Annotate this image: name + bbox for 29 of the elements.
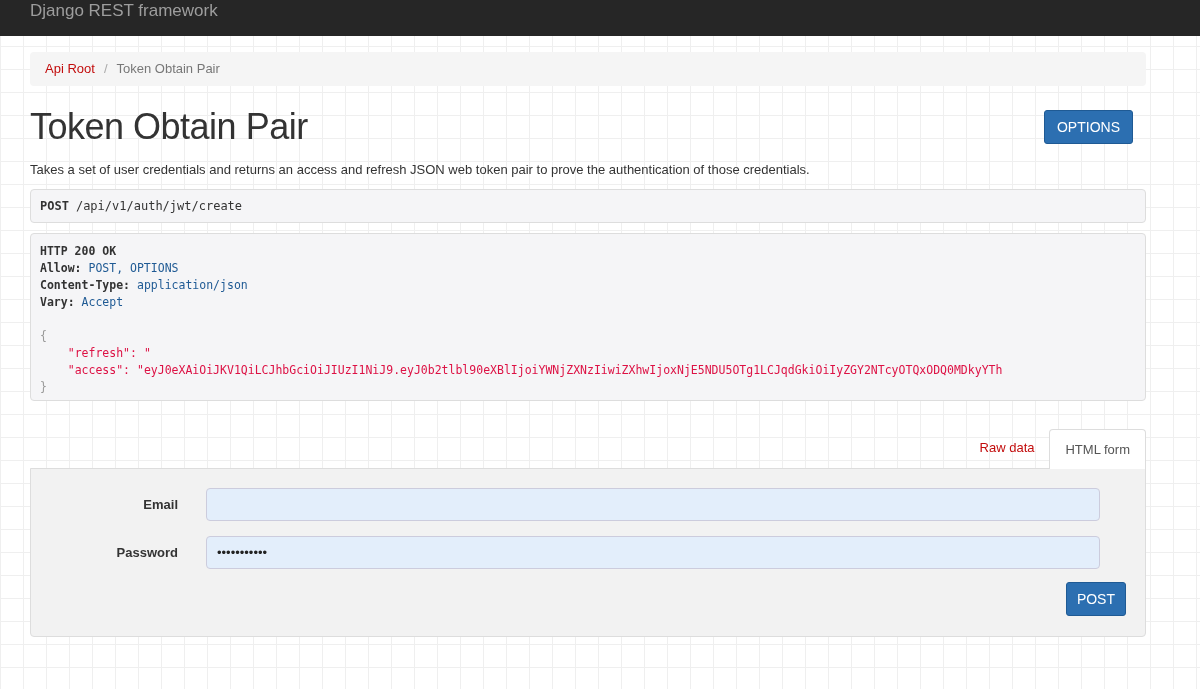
description-text: Takes a set of user credentials and returns an access and refresh JSON web token pair to prove the authentication of those credentials.	[30, 161, 811, 179]
header-name: Content-Type:	[40, 278, 130, 292]
breadcrumb-separator: /	[103, 60, 108, 79]
breadcrumb-link[interactable]: Api Root	[45, 59, 95, 79]
page-title: Token Obtain Pair	[30, 105, 308, 149]
brand-link[interactable]: Django REST framework	[30, 0, 218, 23]
options-button[interactable]: OPTIONS	[1044, 110, 1133, 144]
json-key: "access":	[67, 363, 130, 377]
header-value: application/json	[136, 278, 248, 292]
status-line: HTTP 200 OK	[40, 244, 117, 258]
request-method: POST	[40, 198, 69, 215]
field-label: Email	[142, 495, 179, 514]
json-value: "eyJ0eXAiOiJKV1QiLCJhbGciOiJIUzI1NiJ9.eyJ0b2tlbl90eXBlIjoiYWNjZXNzIiwiZXhwIjoxNjE5NDU5OTg1LCJqdGkiOiIyZGY2NTcyOTQxODQ0MDkyYTh	[136, 363, 1003, 377]
breadcrumb-current: Token Obtain Pair	[116, 60, 220, 79]
json-brace: }	[40, 380, 47, 394]
request-path: /api/v1/auth/jwt/create	[75, 198, 243, 215]
json-key: "refresh":	[67, 346, 137, 360]
field-label: Password	[115, 543, 179, 562]
json-brace: {	[40, 329, 47, 343]
header-value: Accept	[81, 295, 124, 309]
tab[interactable]: Raw data	[964, 428, 1050, 468]
input-field[interactable]: •••••••••••	[206, 536, 1100, 569]
input-field[interactable]	[206, 488, 1100, 521]
tab[interactable]: HTML form	[1049, 429, 1146, 469]
post-button[interactable]: POST	[1065, 582, 1126, 616]
header-value: POST, OPTIONS	[88, 261, 179, 275]
header-name: Vary:	[40, 295, 75, 309]
json-value: "	[143, 346, 151, 360]
header-name: Allow:	[40, 261, 82, 275]
